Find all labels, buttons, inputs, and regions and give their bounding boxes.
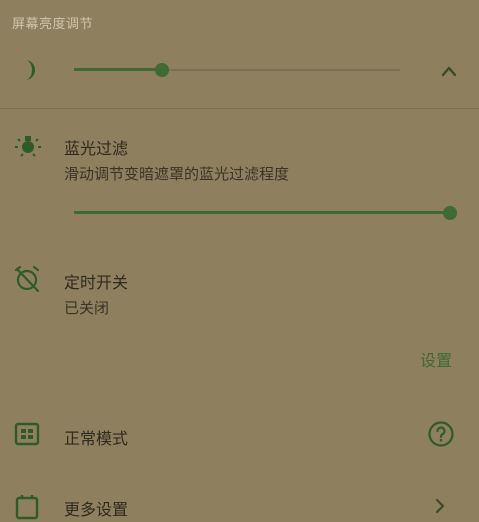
timer-title: 定时开关: [64, 273, 129, 292]
brightness-slider[interactable]: [74, 62, 400, 78]
blue-filter-slider[interactable]: [74, 205, 457, 221]
alarm-off-icon: [14, 265, 40, 293]
blue-filter-thumb[interactable]: [443, 206, 457, 220]
blue-filter-subtitle: 滑动调节变暗遮罩的蓝光过滤程度: [64, 165, 290, 183]
chevron-right-icon[interactable]: [430, 496, 450, 516]
settings-icon: [15, 495, 39, 520]
mode-chip-icon: [14, 422, 40, 446]
timer-status: 已关闭: [64, 299, 110, 317]
brightness-thumb[interactable]: [155, 63, 170, 77]
chevron-up-icon[interactable]: [436, 60, 462, 82]
section-title: 屏幕亮度调节: [12, 17, 94, 32]
divider: [0, 108, 479, 109]
normal-mode-label[interactable]: 正常模式: [64, 425, 128, 449]
timer-settings-link[interactable]: 设置: [420, 347, 452, 371]
more-settings-label[interactable]: 更多设置: [64, 496, 128, 520]
brightness-track-fill: [74, 68, 163, 71]
moon-icon: [25, 60, 35, 80]
blue-filter-track-fill: [74, 211, 450, 214]
help-icon[interactable]: [427, 420, 455, 448]
blue-filter-title: 蓝光过滤: [64, 139, 129, 158]
bulb-icon: [15, 136, 41, 157]
